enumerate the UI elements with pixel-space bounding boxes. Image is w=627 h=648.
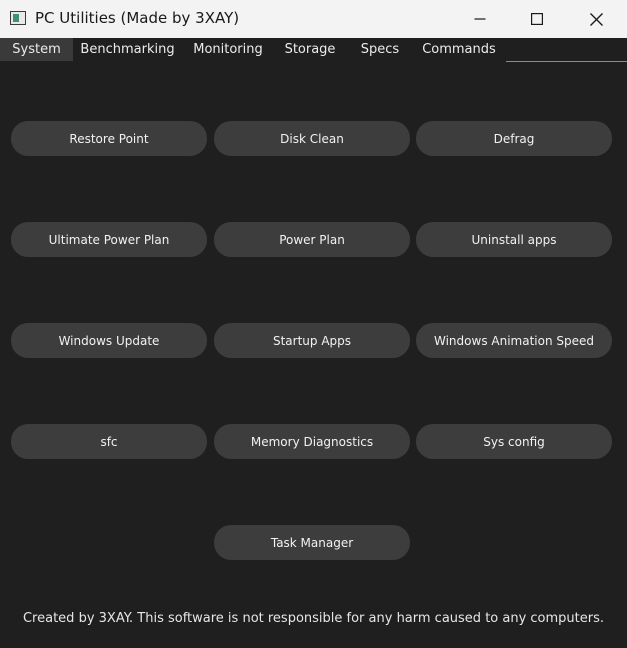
tab-bar: System Benchmarking Monitoring Storage S… <box>0 38 627 62</box>
minimize-icon <box>474 18 486 20</box>
startup-apps-button[interactable]: Startup Apps <box>214 323 410 358</box>
task-manager-button[interactable]: Task Manager <box>214 525 410 560</box>
footer-disclaimer: Created by 3XAY. This software is not re… <box>22 611 605 626</box>
uninstall-apps-button[interactable]: Uninstall apps <box>416 222 612 257</box>
maximize-icon <box>531 13 543 25</box>
tab-commands[interactable]: Commands <box>416 38 502 61</box>
tab-specs[interactable]: Specs <box>349 38 411 61</box>
tab-benchmarking[interactable]: Benchmarking <box>75 38 180 61</box>
ultimate-power-plan-button[interactable]: Ultimate Power Plan <box>11 222 207 257</box>
disk-clean-button[interactable]: Disk Clean <box>214 121 410 156</box>
maximize-button[interactable] <box>508 0 566 38</box>
power-plan-button[interactable]: Power Plan <box>214 222 410 257</box>
app-window-icon <box>10 11 26 25</box>
sys-config-button[interactable]: Sys config <box>416 424 612 459</box>
sfc-button[interactable]: sfc <box>11 424 207 459</box>
defrag-button[interactable]: Defrag <box>416 121 612 156</box>
tab-monitoring[interactable]: Monitoring <box>184 38 272 61</box>
tab-bar-baseline <box>506 61 627 62</box>
tab-storage[interactable]: Storage <box>276 38 344 61</box>
minimize-button[interactable] <box>451 0 509 38</box>
title-bar[interactable]: PC Utilities (Made by 3XAY) <box>0 0 627 39</box>
memory-diagnostics-button[interactable]: Memory Diagnostics <box>214 424 410 459</box>
close-button[interactable] <box>567 0 625 38</box>
window-title: PC Utilities (Made by 3XAY) <box>35 9 240 27</box>
restore-point-button[interactable]: Restore Point <box>11 121 207 156</box>
close-icon <box>589 12 603 26</box>
tab-system[interactable]: System <box>0 38 73 61</box>
windows-update-button[interactable]: Windows Update <box>11 323 207 358</box>
windows-animation-speed-button[interactable]: Windows Animation Speed <box>416 323 612 358</box>
